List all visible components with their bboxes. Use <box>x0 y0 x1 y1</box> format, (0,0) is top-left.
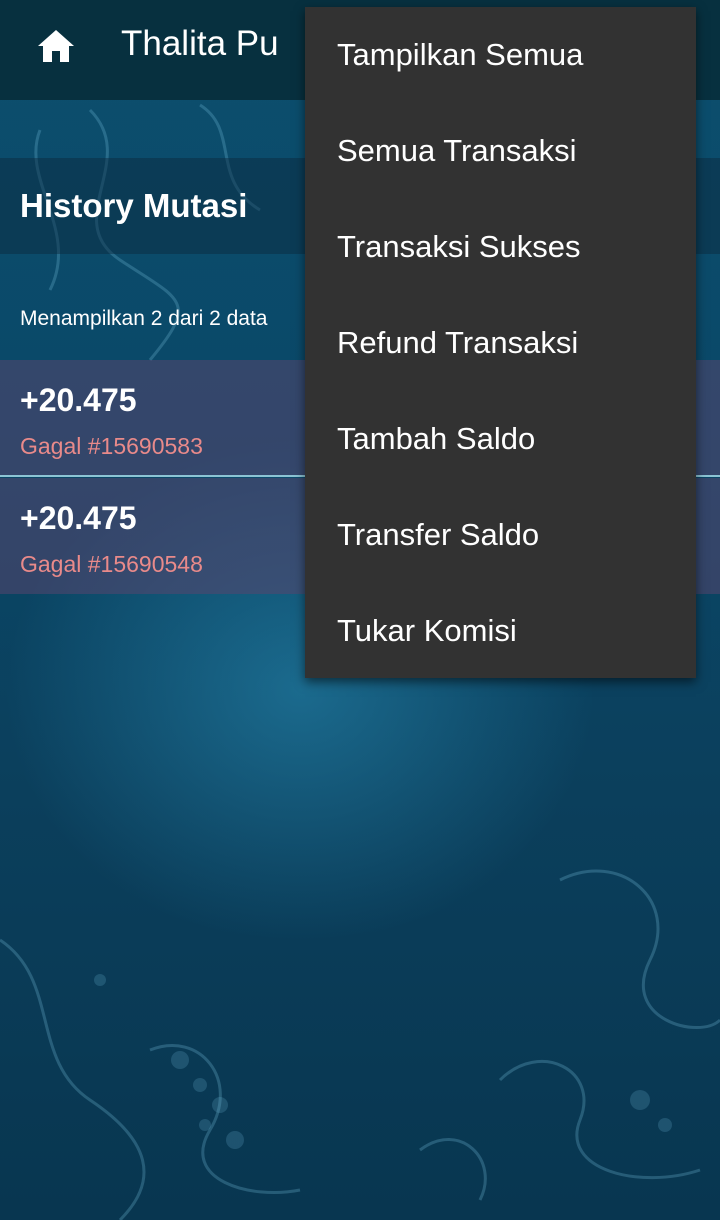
page-title: History Mutasi <box>20 187 248 224</box>
menu-item-semua-transaksi[interactable]: Semua Transaksi <box>305 103 696 199</box>
filter-dropdown-menu: Tampilkan Semua Semua Transaksi Transaks… <box>305 7 696 678</box>
app-title: Thalita Pu <box>121 24 279 63</box>
menu-item-tukar-komisi[interactable]: Tukar Komisi <box>305 583 696 679</box>
menu-item-refund-transaksi[interactable]: Refund Transaksi <box>305 295 696 391</box>
record-count: Menampilkan 2 dari 2 data <box>20 307 268 330</box>
menu-item-tampilkan-semua[interactable]: Tampilkan Semua <box>305 7 696 103</box>
transaction-amount: +20.475 <box>20 500 137 536</box>
menu-item-transfer-saldo[interactable]: Transfer Saldo <box>305 487 696 583</box>
menu-item-transaksi-sukses[interactable]: Transaksi Sukses <box>305 199 696 295</box>
transaction-status: Gagal #15690583 <box>20 433 203 459</box>
menu-item-tambah-saldo[interactable]: Tambah Saldo <box>305 391 696 487</box>
transaction-status: Gagal #15690548 <box>20 551 203 577</box>
home-icon[interactable] <box>36 28 76 64</box>
transaction-amount: +20.475 <box>20 382 137 418</box>
